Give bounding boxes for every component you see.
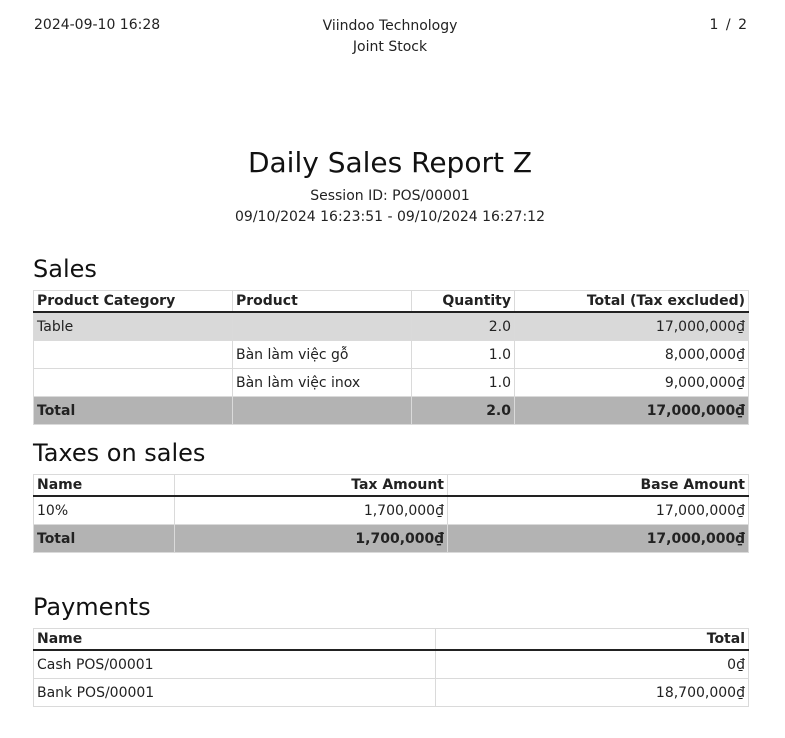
base-amount-cell: 17,000,000₫ [447, 495, 749, 525]
company-name: Viindoo Technology Joint Stock [322, 18, 458, 55]
payments-table: Name Total Cash POS/00001 0₫ Bank POS/00… [33, 628, 749, 707]
tax-name-cell: 10% [33, 495, 175, 525]
column-header: Base Amount [447, 474, 749, 497]
taxes-table: Name Tax Amount Base Amount 10% 1,700,00… [33, 474, 749, 553]
page-total: 2 [738, 17, 747, 33]
quantity-cell: 1.0 [411, 368, 515, 397]
tax-amount-cell: 1,700,000₫ [174, 524, 448, 553]
base-amount-cell: 17,000,000₫ [447, 524, 749, 553]
table-row: Bàn làm việc gỗ 1.0 8,000,000₫ [33, 340, 749, 369]
session-id: Session ID: POS/00001 [310, 188, 470, 204]
payment-name-cell: Bank POS/00001 [33, 678, 436, 707]
page-current: 1 [709, 17, 719, 33]
total-row: Total 2.0 17,000,000₫ [33, 396, 749, 425]
column-header: Quantity [411, 290, 515, 313]
column-header: Product [232, 290, 412, 313]
total-label: Total [33, 524, 175, 553]
product-cell [232, 311, 412, 341]
column-header: Total [435, 628, 749, 651]
quantity-cell: 2.0 [411, 311, 515, 341]
page-separator: / [725, 17, 731, 33]
total-cell: 17,000,000₫ [514, 396, 749, 425]
table-row: 10% 1,700,000₫ 17,000,000₫ [33, 495, 749, 525]
report-title: Daily Sales Report Z [247, 146, 533, 179]
table-row: Cash POS/00001 0₫ [33, 649, 749, 679]
category-cell: Table [33, 311, 233, 341]
quantity-cell: 1.0 [411, 340, 515, 369]
table-row: Bàn làm việc inox 1.0 9,000,000₫ [33, 368, 749, 397]
table-header-row: Name Tax Amount Base Amount [33, 474, 749, 497]
session-period: 09/10/2024 16:23:51 - 09/10/2024 16:27:1… [235, 209, 545, 225]
print-datetime: 2024-09-10 16:28 [34, 17, 161, 33]
column-header: Product Category [33, 290, 233, 313]
category-cell [33, 368, 233, 397]
category-cell [33, 340, 233, 369]
total-cell: 8,000,000₫ [514, 340, 749, 369]
category-row: Table 2.0 17,000,000₫ [33, 311, 749, 341]
tax-amount-cell: 1,700,000₫ [174, 495, 448, 525]
sales-table: Product Category Product Quantity Total … [33, 290, 749, 425]
product-cell: Bàn làm việc inox [232, 368, 412, 397]
total-cell: 9,000,000₫ [514, 368, 749, 397]
table-header-row: Product Category Product Quantity Total … [33, 290, 749, 313]
table-row: Bank POS/00001 18,700,000₫ [33, 678, 749, 707]
page-number: 1 / 2 [710, 17, 747, 33]
table-header-row: Name Total [33, 628, 749, 651]
payment-total-cell: 0₫ [435, 649, 749, 679]
sales-section-title: Sales [33, 255, 97, 283]
total-label: Total [33, 396, 233, 425]
product-cell: Bàn làm việc gỗ [232, 340, 412, 369]
column-header: Total (Tax excluded) [514, 290, 749, 313]
payment-total-cell: 18,700,000₫ [435, 678, 749, 707]
column-header: Name [33, 474, 175, 497]
payments-section-title: Payments [33, 593, 151, 621]
total-cell: 17,000,000₫ [514, 311, 749, 341]
payment-name-cell: Cash POS/00001 [33, 649, 436, 679]
column-header: Name [33, 628, 436, 651]
taxes-section-title: Taxes on sales [33, 439, 206, 467]
column-header: Tax Amount [174, 474, 448, 497]
quantity-cell: 2.0 [411, 396, 515, 425]
product-cell [232, 396, 412, 425]
total-row: Total 1,700,000₫ 17,000,000₫ [33, 524, 749, 553]
